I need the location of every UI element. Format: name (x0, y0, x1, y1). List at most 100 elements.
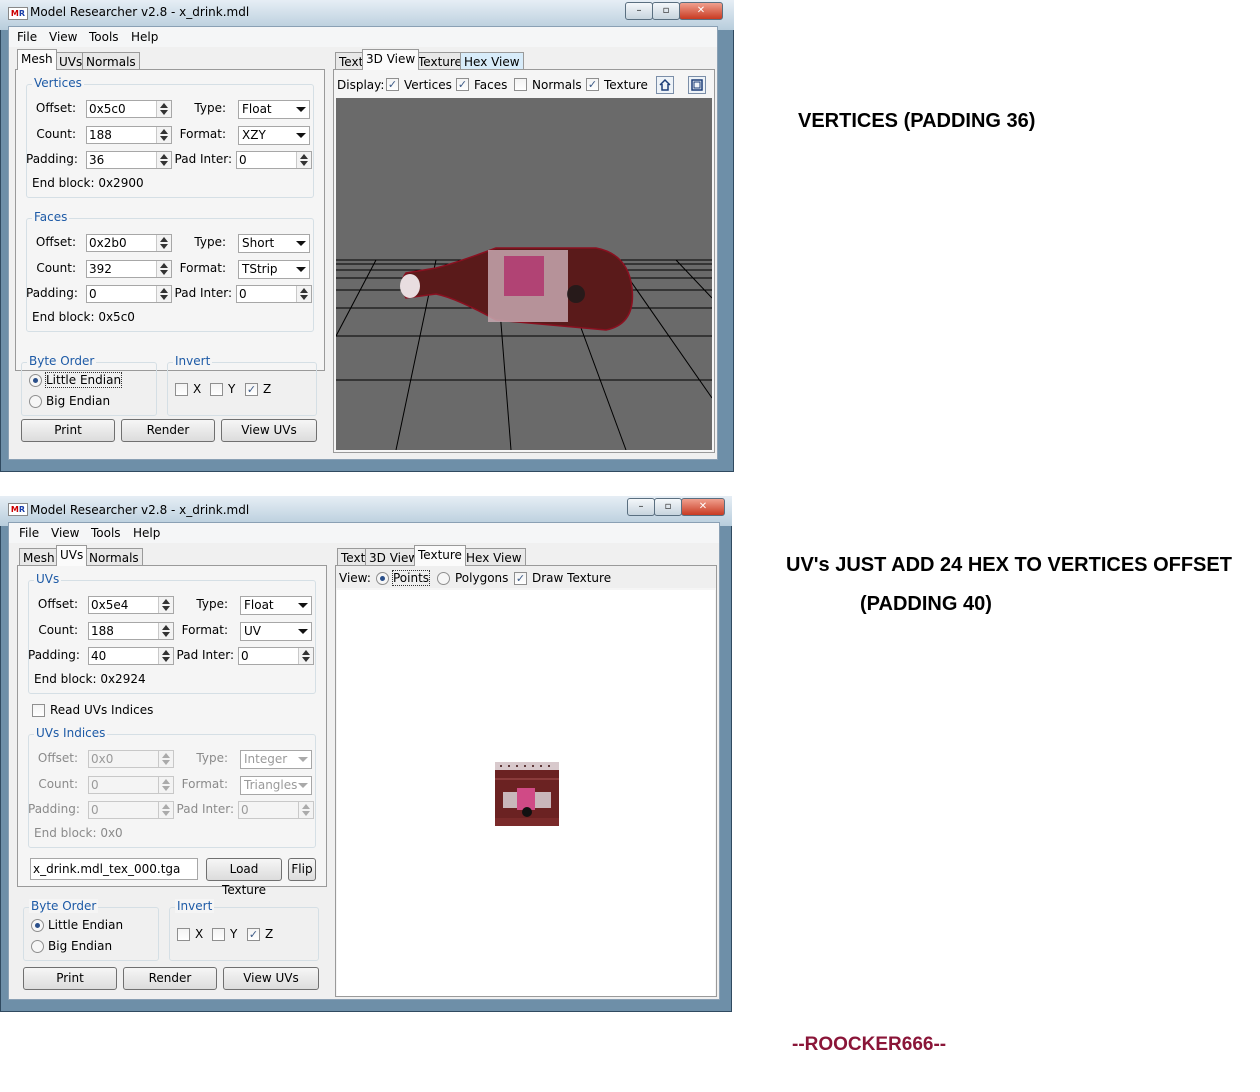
big-endian-label[interactable]: Big Endian (48, 939, 112, 953)
faces-padding-stepper[interactable]: 0 (86, 285, 172, 303)
menu-view[interactable]: View (49, 30, 77, 44)
client-area: File View Tools Help Mesh UVs Normals UV… (8, 522, 720, 1000)
menu-help[interactable]: Help (133, 526, 160, 540)
spin-arrows-icon[interactable] (156, 235, 171, 251)
read-uvs-indices-checkbox[interactable] (32, 704, 45, 717)
menu-view[interactable]: View (51, 526, 79, 540)
uvs-indices-type-select[interactable]: Integer (240, 750, 312, 769)
faces-pad-inter-stepper[interactable]: 0 (236, 285, 312, 303)
uvs-type-select[interactable]: Float (240, 596, 312, 615)
vertices-offset-stepper[interactable]: 0x5c0 (86, 100, 172, 118)
tab-hex-view[interactable]: Hex View (462, 548, 526, 566)
vertices-padding-label: Padding: (26, 152, 78, 166)
faces-count-stepper[interactable]: 392 (86, 260, 172, 278)
spin-arrows-icon[interactable] (158, 623, 173, 639)
tab-3d-view[interactable]: 3D View (362, 49, 420, 70)
spin-arrows-icon[interactable] (156, 127, 171, 143)
render-button[interactable]: Render (123, 967, 217, 990)
uvs-indices-offset-stepper[interactable]: 0x0 (88, 750, 174, 768)
uvs-padding-stepper[interactable]: 40 (88, 647, 174, 665)
invert-z-checkbox[interactable]: ✓ (245, 383, 258, 396)
invert-z-checkbox[interactable]: ✓ (247, 928, 260, 941)
little-endian-radio[interactable] (31, 919, 44, 932)
invert-y-checkbox[interactable] (212, 928, 225, 941)
minimize-icon[interactable]: – (627, 498, 655, 516)
spin-arrows-icon[interactable] (296, 286, 311, 302)
tab-normals[interactable]: Normals (82, 52, 140, 70)
uvs-padding-label: Padding: (28, 648, 80, 662)
display-texture-checkbox[interactable]: ✓ (586, 78, 599, 91)
little-endian-radio[interactable] (29, 374, 42, 387)
spin-arrows-icon[interactable] (156, 101, 171, 117)
tab-texture[interactable]: Texture (414, 545, 466, 566)
spin-arrows-icon[interactable] (158, 597, 173, 613)
uvs-indices-format-select[interactable]: Triangles (240, 776, 312, 795)
tab-uvs[interactable]: UVs (56, 545, 88, 566)
faces-type-label: Type: (194, 235, 226, 249)
minimize-icon[interactable]: – (625, 2, 653, 20)
tab-texture[interactable]: Texture (414, 52, 466, 70)
uvs-indices-count-stepper[interactable]: 0 (88, 776, 174, 794)
display-faces-checkbox[interactable]: ✓ (456, 78, 469, 91)
home-icon[interactable] (656, 76, 674, 94)
close-icon[interactable]: ✕ (679, 2, 723, 20)
print-button[interactable]: Print (23, 967, 117, 990)
menu-help[interactable]: Help (131, 30, 158, 44)
load-texture-button[interactable]: Load Texture (206, 858, 282, 897)
menu-tools[interactable]: Tools (91, 526, 121, 540)
texture-canvas[interactable] (337, 590, 715, 996)
3d-viewport[interactable] (336, 98, 712, 450)
faces-format-label: Format: (179, 261, 226, 275)
tab-normals[interactable]: Normals (85, 548, 143, 566)
invert-y-checkbox[interactable] (210, 383, 223, 396)
big-endian-radio[interactable] (29, 395, 42, 408)
vertices-count-stepper[interactable]: 188 (86, 126, 172, 144)
vertices-format-select[interactable]: XZY (238, 126, 310, 145)
uvs-format-select[interactable]: UV (240, 622, 312, 641)
maximize-icon[interactable]: ▫ (652, 2, 680, 20)
spin-arrows-icon[interactable] (296, 152, 311, 168)
big-endian-radio[interactable] (31, 940, 44, 953)
menu-tools[interactable]: Tools (89, 30, 119, 44)
print-button[interactable]: Print (21, 419, 115, 442)
big-endian-label[interactable]: Big Endian (46, 394, 110, 408)
points-label[interactable]: Points (391, 570, 431, 586)
points-radio[interactable] (376, 572, 389, 585)
uvs-indices-pad-inter-stepper[interactable]: 0 (238, 801, 314, 819)
vertices-pad-inter-stepper[interactable]: 0 (236, 151, 312, 169)
display-vertices-checkbox[interactable]: ✓ (386, 78, 399, 91)
tab-mesh[interactable]: Mesh (17, 49, 57, 70)
display-normals-checkbox[interactable] (514, 78, 527, 91)
tab-mesh[interactable]: Mesh (19, 548, 59, 566)
menu-file[interactable]: File (17, 30, 37, 44)
fit-view-icon[interactable] (688, 76, 706, 94)
draw-texture-checkbox[interactable]: ✓ (514, 572, 527, 585)
invert-x-checkbox[interactable] (177, 928, 190, 941)
vertices-type-select[interactable]: Float (238, 100, 310, 119)
uvs-count-stepper[interactable]: 188 (88, 622, 174, 640)
little-endian-label[interactable]: Little Endian (44, 372, 123, 388)
uvs-offset-stepper[interactable]: 0x5e4 (88, 596, 174, 614)
menu-file[interactable]: File (19, 526, 39, 540)
view-uvs-button[interactable]: View UVs (221, 419, 317, 442)
tab-hex-view[interactable]: Hex View (460, 52, 524, 70)
uvs-pad-inter-stepper[interactable]: 0 (238, 647, 314, 665)
faces-offset-stepper[interactable]: 0x2b0 (86, 234, 172, 252)
maximize-icon[interactable]: ▫ (654, 498, 682, 516)
polygons-label[interactable]: Polygons (455, 571, 508, 585)
byte-order-title: Byte Order (29, 899, 99, 913)
uvs-indices-padding-stepper[interactable]: 0 (88, 801, 174, 819)
close-icon[interactable]: ✕ (681, 498, 725, 516)
flip-button[interactable]: Flip (288, 858, 316, 881)
invert-x-checkbox[interactable] (175, 383, 188, 396)
vertices-padding-stepper[interactable]: 36 (86, 151, 172, 169)
texture-file-input[interactable]: x_drink.mdl_tex_000.tga (30, 858, 198, 880)
spin-arrows-icon[interactable] (156, 261, 171, 277)
faces-type-select[interactable]: Short (238, 234, 310, 253)
spin-arrows-icon[interactable] (298, 648, 313, 664)
render-button[interactable]: Render (121, 419, 215, 442)
little-endian-label[interactable]: Little Endian (48, 918, 123, 932)
view-uvs-button[interactable]: View UVs (223, 967, 319, 990)
polygons-radio[interactable] (437, 572, 450, 585)
faces-format-select[interactable]: TStrip (238, 260, 310, 279)
